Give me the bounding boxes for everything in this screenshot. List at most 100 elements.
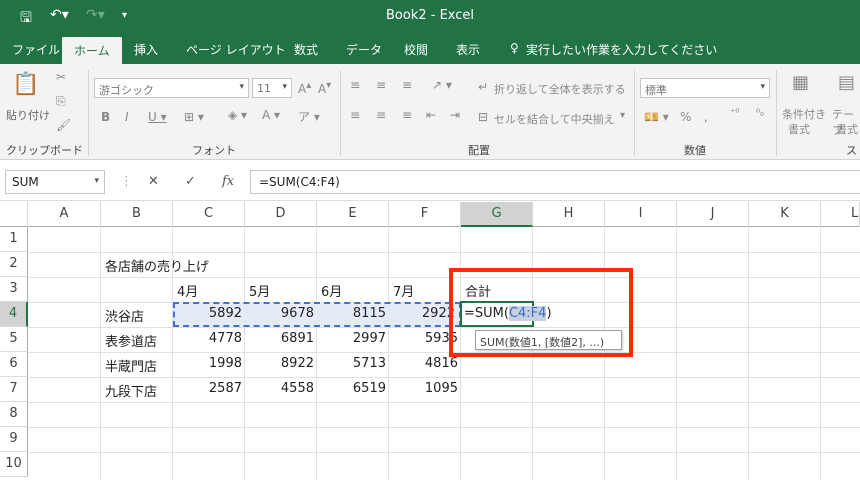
font-name-dropdown[interactable]: 游ゴシック ▾ — [94, 78, 249, 98]
cell-month[interactable]: 4月 — [173, 277, 198, 302]
tab-file[interactable]: ファイル — [12, 41, 60, 58]
cell-value[interactable]: 5892 — [173, 302, 245, 327]
cell-value[interactable]: 2922 — [389, 302, 458, 327]
cell-month[interactable]: 6月 — [317, 277, 342, 302]
cell-title[interactable]: 各店舗の売り上げ — [101, 252, 209, 277]
tab-formulas[interactable]: 数式 — [294, 41, 318, 58]
insert-function-icon[interactable]: fx — [222, 174, 234, 189]
column-header[interactable]: G — [461, 202, 533, 227]
cell-store[interactable]: 半蔵門店 — [101, 352, 157, 377]
orientation-icon[interactable]: ↗ ▾ — [432, 78, 452, 92]
tab-home[interactable]: ホーム — [62, 37, 122, 64]
column-header[interactable]: D — [245, 202, 317, 227]
shrink-font-icon[interactable]: A▾ — [318, 80, 331, 96]
column-header[interactable]: C — [173, 202, 245, 227]
format-as-table-icon[interactable]: ▤ — [838, 72, 855, 93]
cell-value[interactable]: 5713 — [317, 352, 389, 377]
row-header[interactable]: 9 — [0, 427, 28, 452]
cell-value[interactable]: 6891 — [245, 327, 317, 352]
column-header[interactable]: J — [677, 202, 749, 227]
tab-page-layout[interactable]: ページ レイアウト — [186, 41, 286, 58]
decrease-decimal-icon[interactable]: ⁰₀ — [756, 108, 764, 119]
cell-value[interactable]: 1998 — [173, 352, 245, 377]
cell-month[interactable]: 7月 — [389, 277, 414, 302]
italic-icon[interactable]: I — [125, 110, 129, 124]
cut-icon[interactable]: ✂ — [56, 70, 66, 84]
comma-icon[interactable]: , — [704, 110, 708, 124]
row-header[interactable]: 3 — [0, 277, 28, 302]
column-header[interactable]: A — [28, 202, 101, 227]
cell-value[interactable]: 1095 — [389, 377, 461, 402]
cell-store[interactable]: 表参道店 — [101, 327, 157, 352]
bold-icon[interactable]: B — [101, 110, 110, 124]
row-header[interactable]: 5 — [0, 327, 28, 352]
copy-icon[interactable]: ⎘ — [56, 94, 66, 109]
row-header[interactable]: 8 — [0, 402, 28, 427]
font-size-dropdown[interactable]: 11 ▾ — [252, 78, 292, 98]
paste-button[interactable]: 貼り付け — [6, 107, 50, 123]
phonetic-icon[interactable]: ア ▾ — [298, 108, 320, 125]
row-header[interactable]: 6 — [0, 352, 28, 377]
column-header[interactable]: B — [101, 202, 173, 227]
decrease-indent-icon[interactable]: ⇤ — [426, 108, 436, 122]
enter-icon[interactable]: ✓ — [185, 174, 196, 189]
column-header[interactable]: F — [389, 202, 461, 227]
chevron-down-icon[interactable]: ▾ — [620, 110, 625, 121]
merge-center-button[interactable]: セルを結合して中央揃え — [494, 111, 615, 127]
cell-value[interactable]: 4778 — [173, 327, 245, 352]
tell-me-box[interactable]: 実行したい作業を入力してください — [526, 41, 717, 58]
row-header[interactable]: 4 — [0, 302, 28, 327]
row-header[interactable]: 1 — [0, 227, 28, 252]
tab-data[interactable]: データ — [346, 41, 382, 58]
cell-store[interactable]: 渋谷店 — [101, 302, 144, 327]
row-header[interactable]: 7 — [0, 377, 28, 402]
tab-review[interactable]: 校閲 — [404, 41, 428, 58]
column-header[interactable]: K — [749, 202, 821, 227]
wrap-text-icon[interactable]: ↵ — [478, 80, 488, 94]
cancel-icon[interactable]: ✕ — [148, 174, 159, 189]
cell-store[interactable]: 九段下店 — [101, 377, 157, 402]
tell-me-icon[interactable]: ♀ — [510, 41, 519, 55]
number-format-dropdown[interactable]: 標準 ▾ — [640, 78, 770, 98]
cell-value[interactable]: 9678 — [245, 302, 317, 327]
font-color-icon[interactable]: A ▾ — [262, 108, 280, 122]
column-header[interactable]: H — [533, 202, 605, 227]
merge-icon[interactable]: ⊟ — [478, 110, 488, 124]
percent-icon[interactable]: % — [680, 110, 691, 124]
align-right-icon[interactable]: ≡ — [402, 108, 412, 122]
cell-value[interactable]: 2587 — [173, 377, 245, 402]
row-header[interactable]: 10 — [0, 452, 28, 477]
align-top-icon[interactable]: ≡ — [350, 78, 360, 92]
conditional-format-icon[interactable]: ▦ — [792, 72, 809, 93]
conditional-format-button[interactable]: 条件付き — [782, 106, 826, 122]
formula-input[interactable]: =SUM(C4:F4) — [250, 170, 860, 194]
increase-indent-icon[interactable]: ⇥ — [450, 108, 460, 122]
name-box[interactable]: SUM ▾ — [5, 170, 105, 194]
underline-icon[interactable]: U ▾ — [148, 110, 167, 124]
align-left-icon[interactable]: ≡ — [350, 108, 360, 122]
wrap-text-button[interactable]: 折り返して全体を表示する — [494, 81, 626, 97]
currency-icon[interactable]: 💴 ▾ — [644, 110, 669, 124]
format-painter-icon[interactable]: 🖌 — [56, 118, 71, 132]
fill-color-icon[interactable]: ◈ ▾ — [228, 108, 247, 122]
increase-decimal-icon[interactable]: ⁺⁰ — [730, 108, 739, 119]
paste-icon[interactable]: 📋 — [12, 72, 39, 97]
cell-value[interactable]: 6519 — [317, 377, 389, 402]
borders-icon[interactable]: ⊞ ▾ — [184, 110, 204, 124]
align-middle-icon[interactable]: ≡ — [376, 78, 386, 92]
row-header[interactable]: 2 — [0, 252, 28, 277]
cell-month[interactable]: 5月 — [245, 277, 270, 302]
align-center-icon[interactable]: ≡ — [376, 108, 386, 122]
align-bottom-icon[interactable]: ≡ — [402, 78, 412, 92]
cell-value[interactable]: 8922 — [245, 352, 317, 377]
select-all-corner[interactable] — [0, 202, 28, 227]
column-header[interactable]: E — [317, 202, 389, 227]
cell-value[interactable]: 8115 — [317, 302, 389, 327]
column-header[interactable]: L — [821, 202, 860, 227]
tab-insert[interactable]: 挿入 — [134, 41, 158, 58]
grow-font-icon[interactable]: A▴ — [298, 80, 311, 96]
tab-view[interactable]: 表示 — [456, 41, 480, 58]
cell-value[interactable]: 4558 — [245, 377, 317, 402]
cell-value[interactable]: 2997 — [317, 327, 389, 352]
column-header[interactable]: I — [605, 202, 677, 227]
